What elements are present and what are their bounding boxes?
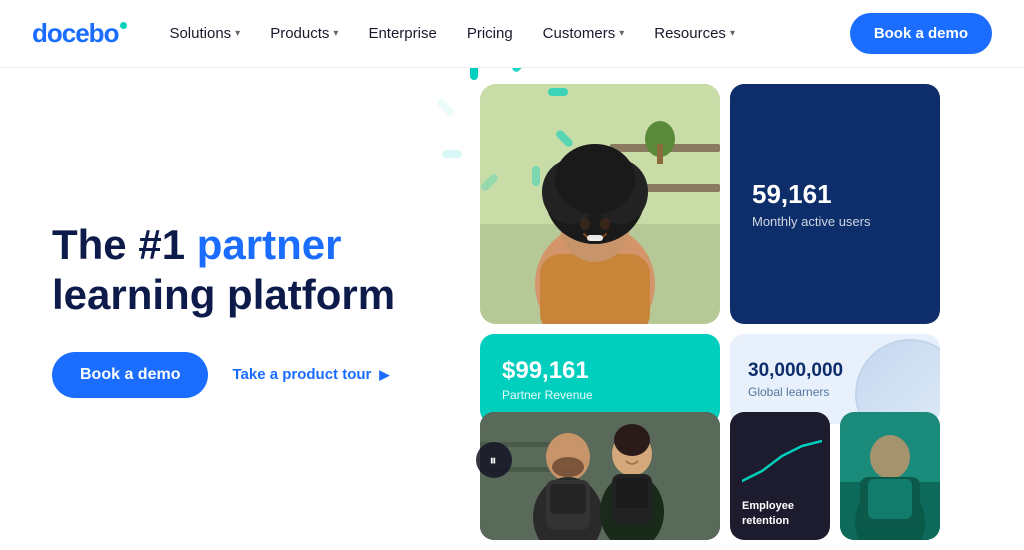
- employee-retention-label: Employee retention: [742, 499, 818, 528]
- chevron-down-icon: ▾: [619, 28, 624, 39]
- chevron-down-icon: ▾: [333, 28, 338, 39]
- nav-item-pricing[interactable]: Pricing: [453, 17, 527, 50]
- nav-item-customers[interactable]: Customers ▾: [529, 17, 639, 50]
- card-employee-retention: Employee retention: [730, 412, 830, 540]
- logo[interactable]: docebo: [32, 18, 127, 49]
- card-couple-image: [480, 412, 720, 540]
- loading-spinner: [470, 88, 540, 158]
- card-global-learners: 30,000,000 Global learners: [730, 334, 940, 424]
- chevron-down-icon: ▾: [235, 28, 240, 39]
- monthly-users-number: 59,161: [752, 179, 918, 210]
- bottom-cards-row: Employee retention: [480, 412, 1008, 540]
- global-learners-number: 30,000,000: [748, 360, 922, 382]
- book-demo-hero-button[interactable]: Book a demo: [52, 352, 208, 398]
- nav-item-enterprise[interactable]: Enterprise: [354, 17, 450, 50]
- retention-chart: [742, 436, 822, 491]
- hero-title: The #1 partner learning platform: [52, 220, 420, 319]
- hero-title-highlight: partner: [197, 221, 342, 268]
- hero-left: The #1 partner learning platform Book a …: [0, 68, 420, 550]
- hero-right: 59,161 Monthly active users $99,161 Part…: [420, 68, 1024, 550]
- nav-item-solutions[interactable]: Solutions ▾: [155, 17, 254, 50]
- revenue-label: Partner Revenue: [502, 388, 698, 402]
- pause-icon: ⏸: [490, 452, 499, 469]
- chevron-down-icon: ▾: [730, 28, 735, 39]
- book-demo-nav-button[interactable]: Book a demo: [850, 13, 992, 54]
- arrow-right-icon: ▶: [379, 367, 389, 383]
- global-learners-label: Global learners: [748, 385, 922, 399]
- pause-button[interactable]: ⏸: [476, 442, 512, 478]
- nav-item-resources[interactable]: Resources ▾: [640, 17, 749, 50]
- nav-item-products[interactable]: Products ▾: [256, 17, 352, 50]
- nav-cta: Book a demo: [850, 13, 992, 54]
- revenue-number: $99,161: [502, 357, 698, 385]
- product-tour-button[interactable]: Take a product tour ▶: [232, 366, 389, 383]
- hero-actions: Book a demo Take a product tour ▶: [52, 352, 420, 398]
- monthly-users-label: Monthly active users: [752, 214, 918, 229]
- card-revenue: $99,161 Partner Revenue: [480, 334, 720, 424]
- card-teal-person-image: [840, 412, 940, 540]
- card-monthly-users: 59,161 Monthly active users: [730, 84, 940, 324]
- nav-links: Solutions ▾ Products ▾ Enterprise Pricin…: [155, 17, 849, 50]
- hero-section: The #1 partner learning platform Book a …: [0, 68, 1024, 550]
- navbar: docebo Solutions ▾ Products ▾ Enterprise…: [0, 0, 1024, 68]
- logo-dot: [120, 22, 127, 29]
